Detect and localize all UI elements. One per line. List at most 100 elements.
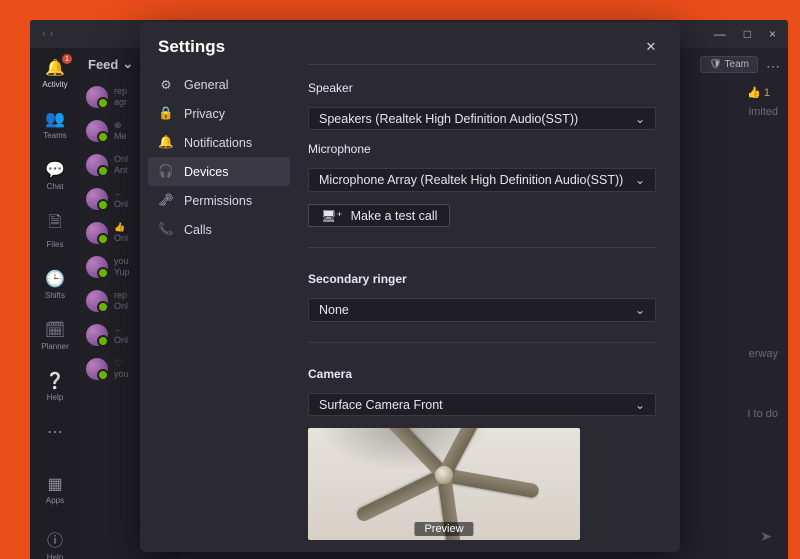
help-icon: ❔ [45,371,65,391]
chevron-down-icon: ⌄ [635,398,645,412]
rail-label: Files [47,240,64,249]
feed-text: youYup [114,256,130,278]
settings-title: Settings [158,37,225,57]
rail-label: Chat [47,182,64,191]
nav-label: Privacy [184,107,225,121]
chat-icon: 💬 [45,160,65,180]
make-test-call-button[interactable]: 🖥⁺ Make a test call [308,204,450,227]
nav-label: General [184,78,228,92]
phone-icon: 📞 [158,222,174,237]
secondary-ringer-dropdown[interactable]: None ⌄ [308,298,656,321]
rail-teams[interactable]: 👥 Teams [34,105,76,144]
avatar [86,188,108,210]
people-icon: 👥 [45,109,65,129]
rail-chat[interactable]: 💬 Chat [34,156,76,195]
settings-dialog: Settings ✕ ⚙ General 🔒 Privacy 🔔 Notific… [140,22,680,552]
info-icon: ⓘ [47,527,63,551]
feed-text: ←Onl [114,188,128,210]
window-minimize-button[interactable]: — [714,28,726,40]
avatar [86,256,108,278]
feed-text: ♡you [114,358,129,380]
avatar [86,324,108,346]
gear-icon: ⚙ [158,77,174,92]
feed-text: repOnl [114,290,128,312]
rail-planner[interactable]: 🗓 Planner [34,316,76,355]
rail-activity[interactable]: 🔔 1 Activity [34,54,76,93]
nav-label: Notifications [184,136,252,150]
feed-text: OnlAnt [114,154,128,176]
key-icon: 🗝 [158,193,174,208]
camera-label: Camera [308,367,656,381]
speaker-dropdown[interactable]: Speakers (Realtek High Definition Audio(… [308,107,656,130]
thumbs-up-icon: 👍 [747,86,761,99]
more-icon: ⋯ [47,422,63,442]
nav-label: Calls [184,223,212,237]
test-call-label: Make a test call [351,209,438,223]
window-close-button[interactable]: × [769,28,776,40]
nav-item-notifications[interactable]: 🔔 Notifications [148,128,290,157]
rail-help-bottom[interactable]: ⓘ Help [34,523,76,559]
nav-item-privacy[interactable]: 🔒 Privacy [148,99,290,128]
nav-item-general[interactable]: ⚙ General [148,70,290,99]
chat-snippet: I to do [747,408,778,420]
nav-label: Permissions [184,194,252,208]
feed-title: Feed [88,57,118,72]
divider [308,342,656,343]
camera-value: Surface Camera Front [319,398,443,412]
activity-badge: 1 [62,54,72,64]
avatar [86,154,108,176]
chevron-down-icon: ⌄ [122,56,133,72]
rail-label: Teams [43,131,67,140]
rail-label: Planner [41,342,69,351]
feed-text: ⊗Me [114,120,127,142]
nav-arrows: ‹ › [42,28,53,40]
rail-label: Apps [46,496,64,505]
nav-label: Devices [184,165,228,179]
feed-text: repagr [114,86,127,108]
rail-label: Shifts [45,291,65,300]
close-button[interactable]: ✕ [640,36,662,58]
window-maximize-button[interactable]: □ [744,28,751,40]
planner-icon: 🗓 [45,320,65,340]
avatar [86,290,108,312]
rail-more[interactable]: ⋯ [34,418,76,446]
test-call-icon: 🖥⁺ [321,209,343,223]
avatar [86,358,108,380]
divider [308,64,656,65]
rail-help[interactable]: ❔ Help [34,367,76,406]
nav-item-permissions[interactable]: 🗝 Permissions [148,186,290,215]
rail-apps[interactable]: ▦ Apps [34,470,76,509]
avatar [86,222,108,244]
speaker-label: Speaker [308,81,656,95]
camera-dropdown[interactable]: Surface Camera Front ⌄ [308,393,656,416]
bell-icon: 🔔 [158,135,174,150]
rail-label: Help [47,553,63,559]
send-icon[interactable]: ➤ [760,528,772,545]
forward-icon[interactable]: › [50,28,54,40]
shifts-icon: 🕒 [45,269,65,289]
avatar [86,120,108,142]
settings-content[interactable]: Speaker Speakers (Realtek High Definitio… [298,64,680,552]
nav-item-calls[interactable]: 📞 Calls [148,215,290,244]
chat-snippet: imited [749,106,778,118]
team-chip[interactable]: 🛡 Team [700,56,758,73]
rail-label: Help [47,393,63,402]
microphone-dropdown[interactable]: Microphone Array (Realtek High Definitio… [308,168,656,191]
chevron-down-icon: ⌄ [635,173,645,187]
rail-shifts[interactable]: 🕒 Shifts [34,265,76,304]
avatar [86,86,108,108]
rail-files[interactable]: 🗎 Files [34,207,76,253]
lock-icon: 🔒 [158,106,174,121]
microphone-label: Microphone [308,142,656,156]
app-rail: 🔔 1 Activity 👥 Teams 💬 Chat 🗎 Files 🕒 Sh… [30,48,80,559]
camera-preview: Preview [308,428,580,540]
microphone-value: Microphone Array (Realtek High Definitio… [319,173,623,187]
reaction[interactable]: 👍 1 [747,86,770,99]
settings-nav: ⚙ General 🔒 Privacy 🔔 Notifications 🎧 De… [140,64,298,552]
nav-item-devices[interactable]: 🎧 Devices [148,157,290,186]
headset-icon: 🎧 [158,164,174,179]
chat-more-button[interactable]: ⋯ [766,58,780,75]
back-icon[interactable]: ‹ [42,28,46,40]
preview-label: Preview [414,522,473,536]
files-icon: 🗎 [49,211,62,238]
